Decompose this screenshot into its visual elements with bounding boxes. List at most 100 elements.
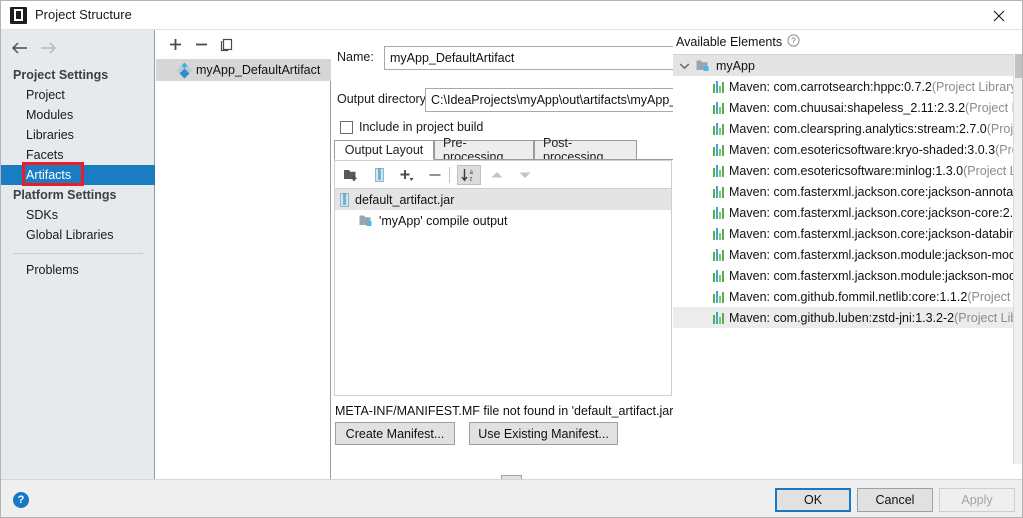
tree-row[interactable]: 'myApp' compile output [335,210,671,231]
library-icon [713,101,724,114]
artifacts-list-panel: myApp_DefaultArtifact [156,30,331,479]
name-label: Name: [337,50,374,64]
available-elements-root-label: myApp [716,58,755,73]
library-icon [713,122,724,135]
list-item[interactable]: Maven: com.github.luben:zstd-jni:1.3.2-2… [673,307,1013,328]
ok-button[interactable]: OK [775,488,851,512]
tree-row-label: 'myApp' compile output [379,213,508,228]
list-item[interactable]: Maven: com.fasterxml.jackson.core:jackso… [673,223,1013,244]
use-existing-manifest-button[interactable]: Use Existing Manifest... [469,422,618,445]
svg-text:z: z [469,177,472,182]
move-down-button[interactable] [513,165,537,185]
sidebar-navigation [1,30,155,65]
project-structure-dialog: Project Structure Project Settings Proje… [0,0,1023,518]
list-item[interactable]: Maven: com.fasterxml.jackson.module:jack… [673,265,1013,286]
title-bar: Project Structure [1,1,1022,30]
list-item[interactable]: Maven: com.esotericsoftware:kryo-shaded:… [673,139,1013,160]
available-elements-list[interactable]: myApp Maven: com.carrotsearch:hppc:0.7.2… [673,54,1013,464]
add-directory-button[interactable] [339,165,363,185]
add-archive-button[interactable] [367,165,391,185]
list-item[interactable]: Maven: com.fasterxml.jackson.core:jackso… [673,202,1013,223]
copy-artifact-button[interactable] [216,34,238,55]
sidebar-item-problems[interactable]: Problems [1,260,155,280]
tab-post-processing[interactable]: Post-processing [534,136,637,164]
list-item-label: Maven: com.fasterxml.jackson.core:jackso… [729,184,1013,199]
list-item-suffix: (Project Libr [954,310,1013,325]
list-item[interactable]: Maven: com.github.fommil.netlib:core:1.1… [673,286,1013,307]
library-icon [713,290,724,303]
list-item[interactable]: Maven: com.fasterxml.jackson.module:jack… [673,244,1013,265]
svg-text:?: ? [791,37,796,46]
sidebar-item-artifacts[interactable]: Artifacts [1,162,155,186]
output-directory-label: Output directory: [337,92,430,106]
available-elements-scrollbar[interactable] [1013,54,1022,464]
cancel-button[interactable]: Cancel [857,488,933,512]
sidebar-item-facets[interactable]: Facets [1,145,155,165]
sidebar-item-artifacts-label: Artifacts [26,168,72,182]
remove-element-button[interactable] [423,165,447,185]
sidebar-item-modules[interactable]: Modules [1,105,155,125]
artifacts-list-toolbar [156,30,331,59]
sidebar-item-libraries[interactable]: Libraries [1,125,155,145]
add-copy-button[interactable] [395,165,419,185]
artifact-list-item[interactable]: myApp_DefaultArtifact [156,59,331,81]
library-icon [713,185,724,198]
sidebar-item-project[interactable]: Project [1,85,155,105]
list-item[interactable]: Maven: com.clearspring.analytics:stream:… [673,118,1013,139]
close-window-button[interactable] [976,1,1022,30]
apply-button[interactable]: Apply [939,488,1015,512]
list-item-suffix: (Project Library) [931,79,1013,94]
list-item[interactable]: Maven: com.chuusai:shapeless_2.11:2.3.2 … [673,97,1013,118]
list-item[interactable]: Maven: com.carrotsearch:hppc:0.7.2 (Proj… [673,76,1013,97]
compile-output-icon [359,214,374,227]
scrollbar-thumb[interactable] [1015,54,1022,78]
output-layout-toolbar: a z [334,160,672,188]
move-up-button[interactable] [485,165,509,185]
list-item-label: Maven: com.esotericsoftware:kryo-shaded:… [729,142,996,157]
intellij-logo-icon [10,7,27,24]
settings-sidebar: Project Settings Project Modules Librari… [1,30,155,479]
list-item-label: Maven: com.github.fommil.netlib:core:1.1… [729,289,968,304]
library-icon [713,206,724,219]
svg-text:a: a [469,170,473,176]
question-circle-icon[interactable]: ? [787,34,800,50]
chevron-down-icon[interactable] [679,62,690,70]
list-item-suffix: (Project [986,121,1013,136]
sidebar-group-header-project-settings: Project Settings [13,68,109,82]
remove-artifact-button[interactable] [190,34,212,55]
available-elements-root-row[interactable]: myApp [673,55,1013,76]
create-manifest-button[interactable]: Create Manifest... [335,422,455,445]
tab-pre-processing[interactable]: Pre-processing [434,136,534,164]
list-item-suffix: (Proje [995,142,1013,157]
archive-icon [339,192,350,207]
list-item-suffix: (Project Lib [963,163,1013,178]
list-item-label: Maven: com.fasterxml.jackson.core:jackso… [729,226,1013,241]
tab-output-layout[interactable]: Output Layout [334,140,434,160]
sidebar-group-header-platform-settings: Platform Settings [13,188,117,202]
library-icon [713,164,724,177]
library-icon [713,248,724,261]
output-layout-tree[interactable]: default_artifact.jar 'myApp' compile out… [334,188,672,396]
list-item-label: Maven: com.fasterxml.jackson.core:jackso… [729,205,1013,220]
list-item[interactable]: Maven: com.esotericsoftware:minlog:1.3.0… [673,160,1013,181]
add-artifact-button[interactable] [164,34,186,55]
jar-artifact-icon [176,62,193,78]
sidebar-item-sdks[interactable]: SDKs [1,205,155,225]
list-item-label: Maven: com.clearspring.analytics:stream:… [729,121,987,136]
list-item-label: Maven: com.carrotsearch:hppc:0.7.2 [729,79,932,94]
list-item[interactable]: Maven: com.fasterxml.jackson.core:jackso… [673,181,1013,202]
available-elements-title: Available Elements [676,35,783,49]
list-item-label: Maven: com.chuusai:shapeless_2.11:2.3.2 [729,100,966,115]
sidebar-item-global-libraries[interactable]: Global Libraries [1,225,155,245]
library-icon [713,227,724,240]
help-button[interactable]: ? [13,492,29,508]
include-in-project-build-checkbox[interactable]: Include in project build [340,120,483,134]
list-item-suffix: (Project Libra [965,100,1013,115]
list-item-label: Maven: com.esotericsoftware:minlog:1.3.0 [729,163,964,178]
forward-arrow-icon[interactable] [37,38,59,58]
list-item-suffix: (Project L [967,289,1013,304]
sort-button[interactable]: a z [457,165,481,185]
library-icon [713,80,724,93]
back-arrow-icon[interactable] [8,38,30,58]
tree-row[interactable]: default_artifact.jar [335,189,671,210]
